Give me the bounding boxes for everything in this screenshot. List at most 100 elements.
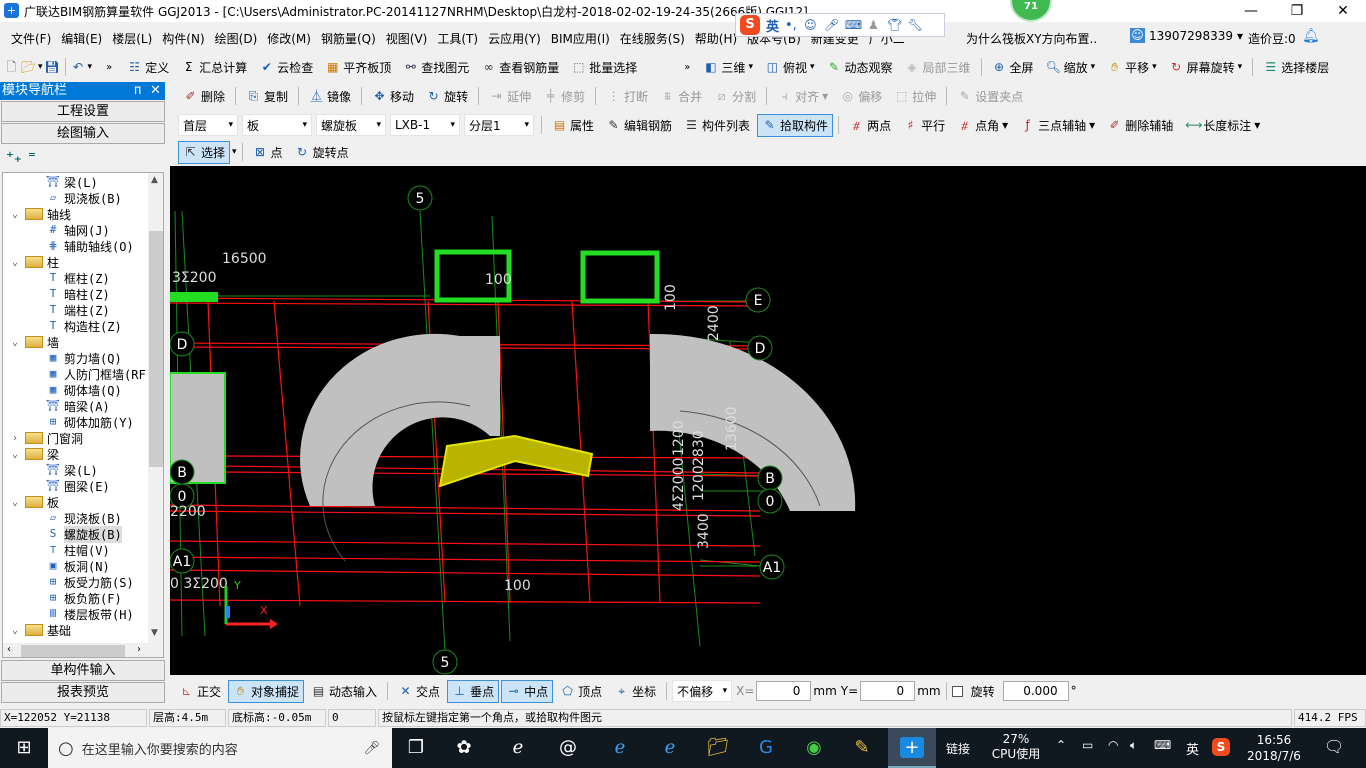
clock[interactable]: 16:56 2018/7/6 <box>1244 732 1304 764</box>
perpendicular-button[interactable]: ⊥ 垂点 <box>447 679 500 703</box>
parallel-button[interactable]: ♯ 平行 <box>898 114 950 137</box>
sogou-tray-icon[interactable]: S <box>1212 738 1230 756</box>
tree-item[interactable]: ⛩ 圈梁(E) <box>3 478 163 494</box>
menu-tools[interactable]: 工具(T) <box>432 30 483 47</box>
notification-badge[interactable]: 71 <box>1012 0 1050 20</box>
local-3d-button[interactable]: ◈ 局部三维 <box>900 56 976 79</box>
windows-start-icon[interactable]: ⊞ <box>0 728 48 768</box>
align-slab-top-button[interactable]: ▦ 平齐板顶 <box>320 56 396 79</box>
tree-vertical-scrollbar[interactable]: ▲ ▼ <box>148 173 163 643</box>
ortho-button[interactable]: ⊾ 正交 <box>174 680 226 703</box>
menu-bim[interactable]: BIM应用(I) <box>546 30 615 47</box>
midpoint-button[interactable]: ⊸ 中点 <box>501 679 554 703</box>
open-folder-icon[interactable]: 📂︎ <box>21 60 36 75</box>
green-app-icon[interactable]: ◉ <box>790 728 838 768</box>
tree-item[interactable]: ⋕ 辅助轴线(O) <box>3 238 163 254</box>
report-preview-button[interactable]: 报表预览 <box>1 682 165 703</box>
expand-all-icon[interactable]: ⁺₊ <box>6 148 22 166</box>
edge-icon[interactable]: ℯ <box>596 728 644 768</box>
file-explorer-icon[interactable]: 📁︎ <box>694 728 742 768</box>
tree-item[interactable]: ⌄ 板 <box>3 494 163 510</box>
tree-horizontal-scrollbar[interactable]: ‹ › <box>3 643 163 657</box>
y-input[interactable]: 0 <box>860 681 916 701</box>
menu-modify[interactable]: 修改(M) <box>262 30 316 47</box>
drawing-input-button[interactable]: 绘图输入 <box>1 123 165 144</box>
tree-item[interactable]: T 暗柱(Z) <box>3 286 163 302</box>
mic-icon[interactable]: 🎤︎ <box>363 741 380 756</box>
screen-rotate-button[interactable]: ↻ 屏幕旋转 ▾ <box>1164 56 1248 79</box>
rotate-checkbox[interactable] <box>951 685 963 697</box>
tree-item[interactable]: ⌄ 基础 <box>3 622 163 638</box>
type-select[interactable]: 螺旋板 ▾ <box>316 114 386 136</box>
ime-punct[interactable]: •, <box>785 18 797 33</box>
mirror-button[interactable]: ⏅ 镜像 <box>304 85 356 108</box>
scroll-down-icon[interactable]: ▼ <box>151 628 158 638</box>
layer-select[interactable]: 分层1 ▾ <box>464 114 534 136</box>
taskbar-search[interactable]: ○ 在这里输入你要搜索的内容 🎤︎ <box>48 728 392 768</box>
sogou-icon[interactable]: S <box>740 15 760 35</box>
zoom-button[interactable]: 🔍︎ 缩放 ▾ <box>1041 56 1101 79</box>
stretch-button[interactable]: ⬚ 拉伸 <box>889 85 941 108</box>
show-hidden-icon[interactable]: ⌃ <box>1056 738 1066 752</box>
tree-item[interactable]: T 构造柱(Z) <box>3 318 163 334</box>
column-box-2[interactable] <box>580 250 660 304</box>
point-angle-button[interactable]: ⧣ 点角 ▾ <box>952 114 1013 137</box>
mic-icon[interactable]: 🎤︎ <box>824 18 839 33</box>
tree-item[interactable]: ⊞ 砌体加筋(Y) <box>3 414 163 430</box>
single-input-button[interactable]: 单构件输入 <box>1 660 165 681</box>
drawing-canvas[interactable]: 5 E D B 0 A1 D B 0 A1 5 16500 3Σ200 100 … <box>169 166 1366 675</box>
tree-item[interactable]: ⊤ 柱帽(V) <box>3 542 163 558</box>
tree-item[interactable]: T 端柱(Z) <box>3 302 163 318</box>
scroll-left-icon[interactable]: ‹ <box>7 644 11 655</box>
emoji-icon[interactable]: ☺ <box>803 18 818 33</box>
pan-button[interactable]: ✋︎ 平移 ▾ <box>1102 56 1162 79</box>
collapse-all-icon[interactable]: ⁼ <box>28 148 36 166</box>
two-point-button[interactable]: ⧣ 两点 <box>844 114 896 137</box>
tree-item[interactable]: ⊞ 板受力筋(S) <box>3 574 163 590</box>
tree-item[interactable]: ⛩ 梁(L) <box>3 174 163 190</box>
collapse-toggle-icon[interactable]: ⌄ <box>9 209 21 220</box>
summary-calc-button[interactable]: Σ 汇总计算 <box>176 56 252 79</box>
scroll-right-icon[interactable]: › <box>137 644 141 655</box>
rotate-point-button[interactable]: ↻ 旋转点 <box>290 141 354 164</box>
expand-toggle-icon[interactable]: › <box>9 433 21 444</box>
ggj-app-icon[interactable]: + <box>888 728 936 768</box>
pin-icon[interactable]: ᴨ <box>134 82 141 100</box>
tree-item[interactable]: ▱ 现浇板(B) <box>3 510 163 526</box>
tree-item[interactable]: ⌄ 墙 <box>3 334 163 350</box>
wifi-icon[interactable]: ◠ <box>1108 738 1118 752</box>
define-button[interactable]: ☷ 定义 <box>122 56 174 79</box>
tree-item[interactable]: › 门窗洞 <box>3 430 163 446</box>
input-lang[interactable]: 英 <box>1186 739 1199 758</box>
delete-button[interactable]: ✐ 删除 <box>178 85 230 108</box>
browser-e-icon[interactable]: ℯ <box>494 728 542 768</box>
tree-item[interactable]: ▦ 砌体墙(Q) <box>3 382 163 398</box>
3d-button[interactable]: ◧ 三维 ▾ <box>698 56 758 79</box>
find-element-button[interactable]: ⚯ 查找图元 <box>398 56 474 79</box>
cloud-check-button[interactable]: ✔ 云检查 <box>254 56 318 79</box>
tree-item[interactable]: Ⅲ 楼层板带(H) <box>3 606 163 622</box>
menu-online[interactable]: 在线服务(S) <box>615 30 690 47</box>
tree-item[interactable]: ⌄ 柱 <box>3 254 163 270</box>
collapse-toggle-icon[interactable]: ⌄ <box>9 625 21 636</box>
menu-view[interactable]: 视图(V) <box>381 30 433 47</box>
tree-item[interactable]: # 轴网(J) <box>3 222 163 238</box>
project-settings-button[interactable]: 工程设置 <box>1 101 165 122</box>
component-select[interactable]: LXB-1 ▾ <box>390 114 460 136</box>
split-button[interactable]: ⧄ 分割 <box>709 85 761 108</box>
set-grip-button[interactable]: ✎ 设置夹点 <box>952 85 1028 108</box>
maximize-button[interactable]: ❐ <box>1274 0 1320 22</box>
tree-item[interactable]: ⛩ 暗梁(A) <box>3 398 163 414</box>
selected-slab[interactable] <box>438 434 594 488</box>
trim-button[interactable]: ╪ 修剪 <box>538 85 590 108</box>
rotate-input[interactable]: 0.000 <box>1002 681 1069 701</box>
collapse-toggle-icon[interactable]: ⌄ <box>9 449 21 460</box>
menu-cloud[interactable]: 云应用(Y) <box>483 30 546 47</box>
glodon-icon[interactable]: G <box>742 728 790 768</box>
batch-select-button[interactable]: ⬚ 批量选择 <box>566 56 642 79</box>
three-point-axis-button[interactable]: ƒ 三点辅轴 ▾ <box>1015 114 1100 137</box>
dynamic-orbit-button[interactable]: ✎ 动态观察 <box>822 56 898 79</box>
offset-select[interactable]: 不偏移 ▾ <box>672 680 733 702</box>
collapse-toggle-icon[interactable]: ⌄ <box>9 497 21 508</box>
view-rebar-button[interactable]: ∞ 查看钢筋量 <box>476 56 564 79</box>
